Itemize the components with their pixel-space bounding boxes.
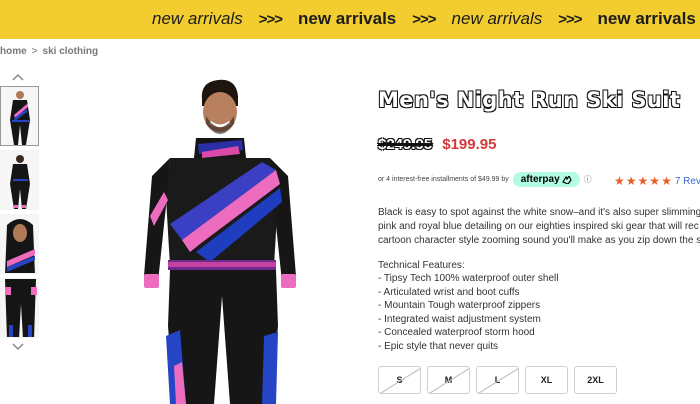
breadcrumb-current[interactable]: ski clothing: [43, 46, 99, 57]
afterpay-badge[interactable]: afterpay: [512, 172, 580, 187]
star-icon: ★: [625, 174, 637, 188]
rating-row[interactable]: ★ ★ ★ ★ ★ 7 Reviews: [614, 175, 700, 187]
thumbnail-back[interactable]: [0, 150, 39, 210]
size-label: M: [444, 375, 453, 385]
sale-price: $199.95: [442, 136, 497, 153]
feature-item: - Epic style that never quits: [378, 340, 499, 352]
installments-row: or 4 interest-free installments of $49.9…: [378, 172, 592, 187]
breadcrumb: home > ski clothing: [0, 46, 98, 57]
size-label: 2XL: [587, 375, 604, 385]
feature-item: - Concealed waterproof storm hood: [378, 327, 535, 339]
description-line: pink and royal blue detailing on our eig…: [378, 221, 699, 232]
afterpay-logo-icon: [561, 175, 572, 184]
banner-text: new arrivals: [597, 9, 696, 28]
reviews-link[interactable]: 7 Reviews: [675, 176, 700, 187]
banner-text: new arrivals: [152, 9, 243, 28]
size-label: S: [396, 375, 403, 385]
thumbnail-hood[interactable]: [0, 214, 39, 274]
size-option-2xl[interactable]: 2XL: [574, 366, 617, 394]
product-main-image[interactable]: [130, 66, 340, 404]
banner-text: new arrivals: [451, 9, 543, 28]
breadcrumb-home-link[interactable]: home: [0, 46, 27, 57]
chevron-down-icon[interactable]: [12, 342, 24, 354]
star-icon: ★: [637, 174, 649, 188]
banner-chevrons: >>>: [412, 10, 436, 28]
thumbnail-front[interactable]: [0, 86, 39, 146]
size-option-m[interactable]: M: [427, 366, 470, 394]
features-heading: Technical Features:: [378, 260, 465, 271]
size-selector: S M L XL 2XL: [378, 366, 617, 394]
star-icon: ★: [649, 174, 661, 188]
thumbnail-legs[interactable]: [0, 278, 39, 338]
star-icon: ★: [614, 174, 625, 188]
size-label: L: [494, 375, 501, 385]
info-icon[interactable]: ⓘ: [584, 174, 592, 185]
original-price: $249.95: [378, 136, 433, 153]
promo-banner[interactable]: new arrivals >>> new arrivals >>> new ar…: [0, 0, 700, 39]
promo-banner-track: new arrivals >>> new arrivals >>> new ar…: [152, 9, 700, 29]
product-title: Men's Night Run Ski Suit: [378, 88, 681, 112]
chevron-up-icon[interactable]: [12, 72, 24, 84]
description-line: Black is easy to spot against the white …: [378, 207, 700, 218]
star-icon: ★: [661, 174, 672, 188]
size-option-s[interactable]: S: [378, 366, 421, 394]
size-label: XL: [540, 375, 553, 385]
banner-text: new arrivals: [297, 9, 397, 28]
product-description: Black is easy to spot against the white …: [378, 206, 700, 248]
description-line: cartoon character style zooming sound yo…: [378, 235, 700, 246]
installments-text: or 4 interest-free installments of $49.9…: [378, 176, 509, 183]
breadcrumb-separator: >: [31, 46, 38, 57]
afterpay-label: afterpay: [520, 174, 560, 185]
size-option-l[interactable]: L: [476, 366, 519, 394]
price-block: $249.95 $199.95: [378, 136, 496, 153]
size-option-xl[interactable]: XL: [525, 366, 568, 394]
feature-item: - Mountain Tough waterproof zippers: [378, 300, 541, 312]
banner-chevrons: >>>: [258, 10, 283, 28]
banner-chevrons: >>>: [558, 10, 582, 28]
feature-item: - Articulated wrist and boot cuffs: [378, 286, 520, 298]
feature-item: - Integrated waist adjustment system: [378, 313, 541, 325]
feature-item: - Tipsy Tech 100% waterproof outer shell: [378, 273, 559, 284]
features-list: - Tipsy Tech 100% waterproof outer shell…: [378, 272, 558, 354]
